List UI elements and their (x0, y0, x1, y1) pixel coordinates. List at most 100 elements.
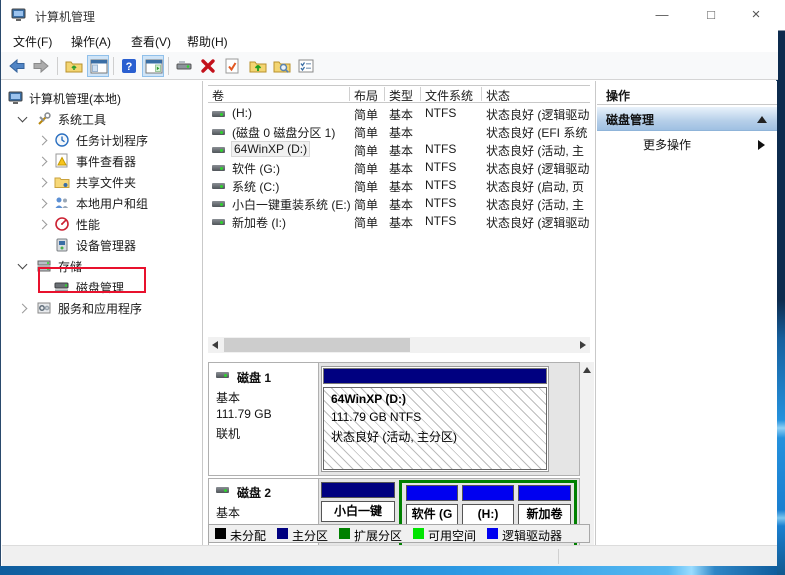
clock-icon (54, 132, 70, 148)
show-action-pane-icon[interactable] (142, 55, 164, 77)
window-title: 计算机管理 (35, 8, 95, 25)
panel-divider[interactable] (202, 81, 203, 545)
scroll-right-icon[interactable] (576, 337, 590, 353)
column-header-layout[interactable]: 布局 (354, 87, 378, 104)
legend-swatch-unallocated (215, 528, 226, 539)
minimize-button[interactable]: — (649, 6, 675, 24)
menu-action[interactable]: 操作(A) (71, 33, 111, 50)
volume-row[interactable]: 软件 (G:) 简单 基本 NTFS 状态良好 (逻辑驱动 (208, 159, 594, 177)
event-viewer-icon (54, 153, 70, 169)
computer-management-window: 计算机管理 — □ × 文件(F) 操作(A) 查看(V) 帮助(H) (0, 0, 777, 566)
volume-row[interactable]: (磁盘 0 磁盘分区 1) 简单 基本 状态良好 (EFI 系统 (208, 123, 594, 141)
tree-item-computer-management[interactable]: 计算机管理(本地) (2, 88, 201, 108)
vertical-scrollbar[interactable] (580, 362, 594, 545)
desktop-background-right (777, 0, 785, 575)
disk-management-group-header[interactable]: 磁盘管理 (597, 107, 777, 131)
tree-item-performance[interactable]: 性能 (2, 214, 201, 234)
volume-row[interactable]: 小白一键重装系统 (E:) 简单 基本 NTFS 状态良好 (活动, 主 (208, 195, 594, 213)
tree-item-task-scheduler[interactable]: 任务计划程序 (2, 130, 201, 150)
volume-row-selected[interactable]: 64WinXP (D:) 简单 基本 NTFS 状态良好 (活动, 主 (208, 141, 594, 159)
chevron-collapsed-icon[interactable] (38, 157, 48, 167)
tree-item-device-manager[interactable]: 设备管理器 (2, 235, 201, 255)
disk-tool-icon[interactable] (173, 55, 195, 77)
horizontal-scrollbar[interactable] (208, 337, 590, 353)
legend-swatch-primary (277, 528, 288, 539)
partition-legend: 未分配 主分区 扩展分区 可用空间 逻辑驱动器 (208, 524, 590, 543)
delete-icon[interactable] (197, 55, 219, 77)
volume-body-hatched[interactable]: 64WinXP (D:) 111.79 GB NTFS 状态良好 (活动, 主分… (323, 387, 547, 470)
tree-item-services-applications[interactable]: 服务和应用程序 (2, 298, 201, 318)
shared-folder-icon (54, 174, 70, 190)
primary-partition-bar (323, 368, 547, 384)
volume-row[interactable]: 新加卷 (I:) 简单 基本 NTFS 状态良好 (逻辑驱动 (208, 213, 594, 231)
primary-partition-bar (321, 482, 395, 498)
volume-icon (212, 219, 225, 225)
actions-panel: 操作 磁盘管理 更多操作 (597, 81, 777, 545)
volume-table-header: 卷 布局 类型 文件系统 状态 (208, 85, 590, 103)
volume-icon (212, 183, 225, 189)
collapse-icon[interactable] (757, 116, 767, 123)
menu-view[interactable]: 查看(V) (131, 33, 171, 50)
column-header-volume[interactable]: 卷 (212, 87, 224, 104)
chevron-expanded-icon[interactable] (18, 260, 28, 270)
volume-row[interactable]: (H:) 简单 基本 NTFS 状态良好 (逻辑驱动 (208, 105, 594, 123)
disk-2-block-logical-3[interactable]: 新加卷 (518, 485, 571, 527)
disk-icon (216, 372, 229, 378)
legend-swatch-free (413, 528, 424, 539)
toolbar: ? (1, 52, 778, 80)
chevron-collapsed-icon[interactable] (38, 220, 48, 230)
legend-swatch-logical (487, 528, 498, 539)
tree-item-shared-folders[interactable]: 共享文件夹 (2, 172, 201, 192)
toolbar-separator (113, 57, 114, 75)
panel-divider[interactable] (595, 81, 596, 545)
red-annotation-box (38, 267, 146, 293)
volume-icon (212, 147, 225, 153)
menu-help[interactable]: 帮助(H) (187, 33, 228, 50)
more-actions-item[interactable]: 更多操作 (597, 134, 777, 154)
logical-drive-bar (518, 485, 571, 501)
actions-panel-title: 操作 (606, 87, 630, 104)
tree-item-local-users-groups[interactable]: 本地用户和组 (2, 193, 201, 213)
folder-search-icon[interactable] (271, 55, 293, 77)
forward-icon[interactable] (30, 55, 52, 77)
folder-up-icon[interactable] (247, 55, 269, 77)
column-header-fs[interactable]: 文件系统 (425, 87, 473, 104)
scrollbar-thumb[interactable] (224, 338, 410, 352)
help-icon[interactable]: ? (118, 55, 140, 77)
toolbar-separator (57, 57, 58, 75)
disk-2-block-logical-2[interactable]: (H:) (462, 485, 514, 527)
scroll-up-icon[interactable] (580, 362, 594, 376)
volume-row[interactable]: 系统 (C:) 简单 基本 NTFS 状态良好 (启动, 页 (208, 177, 594, 195)
properties-check-icon[interactable] (221, 55, 243, 77)
back-icon[interactable] (6, 55, 28, 77)
menu-file[interactable]: 文件(F) (13, 33, 52, 50)
disk-2-block-logical-1[interactable]: 软件 (G (406, 485, 458, 527)
disk-2-block-primary[interactable]: 小白一键 (321, 482, 395, 524)
chevron-collapsed-icon[interactable] (38, 178, 48, 188)
scroll-left-icon[interactable] (208, 337, 222, 353)
app-icon (11, 7, 27, 23)
tree-item-system-tools[interactable]: 系统工具 (2, 109, 201, 129)
status-bar (2, 545, 777, 566)
folder-export-icon[interactable] (63, 55, 85, 77)
status-bar-divider (558, 549, 559, 564)
chevron-collapsed-icon[interactable] (38, 199, 48, 209)
column-header-status[interactable]: 状态 (486, 87, 510, 104)
chevron-expanded-icon[interactable] (18, 113, 28, 123)
maximize-button[interactable]: □ (698, 6, 724, 24)
users-icon (54, 195, 70, 211)
device-manager-icon (54, 237, 70, 253)
tree-item-event-viewer[interactable]: 事件查看器 (2, 151, 201, 171)
close-button[interactable]: × (743, 6, 769, 24)
disk-1-label[interactable]: 磁盘 1 基本 111.79 GB 联机 (209, 363, 319, 475)
volume-icon (212, 201, 225, 207)
chevron-collapsed-icon[interactable] (18, 304, 28, 314)
chevron-collapsed-icon[interactable] (38, 136, 48, 146)
disk-1-volume-block[interactable]: 64WinXP (D:) 111.79 GB NTFS 状态良好 (活动, 主分… (321, 366, 549, 472)
column-header-type[interactable]: 类型 (389, 87, 413, 104)
view-list-icon[interactable] (295, 55, 317, 77)
computer-icon (8, 90, 24, 106)
disk-management-main-pane: 卷 布局 类型 文件系统 状态 (H:) 简单 基本 NTFS 状态良好 (逻辑… (204, 81, 594, 545)
disk-icon (216, 487, 229, 493)
show-console-tree-icon[interactable] (87, 55, 109, 77)
